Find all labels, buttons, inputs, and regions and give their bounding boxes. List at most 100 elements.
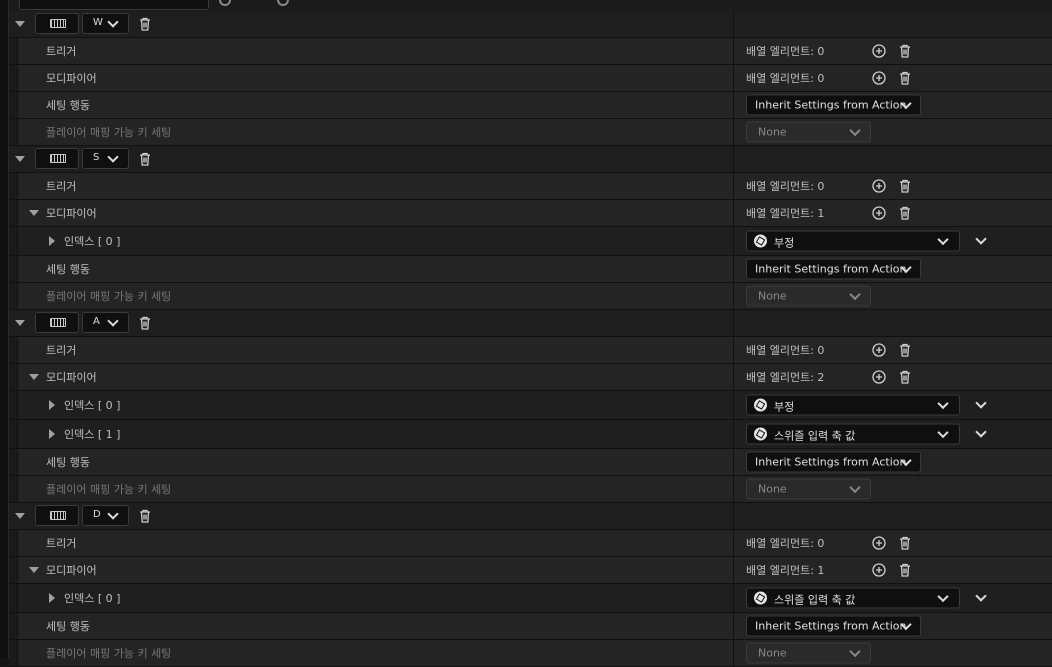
- player-mappable-dropdown[interactable]: None: [746, 478, 871, 500]
- property-label: 세팅 행동: [46, 263, 90, 276]
- key-value: S: [93, 152, 100, 163]
- array-count-label: 배열 엘리먼트: 1: [746, 207, 825, 220]
- clear-elements-icon[interactable]: [899, 179, 911, 193]
- setting-behavior-dropdown[interactable]: Inherit Settings from Action: [746, 615, 921, 637]
- left-gutter: [0, 0, 8, 658]
- property-label: 세팅 행동: [46, 620, 90, 633]
- property-label: 트리거: [46, 180, 77, 193]
- array-count-label: 배열 엘리먼트: 1: [746, 564, 825, 577]
- expand-arrow-icon[interactable]: [15, 320, 25, 326]
- delete-mapping-icon[interactable]: [139, 316, 151, 330]
- expand-arrow-icon[interactable]: [15, 156, 25, 162]
- expand-details-icon[interactable]: [975, 233, 987, 245]
- expand-arrow-icon[interactable]: [15, 21, 25, 27]
- chevron-down-icon: [937, 426, 949, 439]
- collapse-arrow-icon[interactable]: [49, 593, 55, 603]
- keyboard-key-selector[interactable]: [35, 505, 79, 526]
- reset-icon[interactable]: [219, 0, 231, 6]
- modifier-icon: [754, 591, 767, 605]
- add-element-icon[interactable]: [872, 206, 886, 220]
- clear-elements-icon[interactable]: [899, 536, 911, 550]
- indent-guide: [9, 173, 18, 199]
- delete-mapping-icon[interactable]: [139, 17, 151, 31]
- key-dropdown[interactable]: S: [82, 148, 129, 169]
- property-label: 트리거: [46, 45, 77, 58]
- browse-icon[interactable]: [277, 0, 289, 6]
- keyboard-key-selector[interactable]: [35, 13, 79, 34]
- modifier-type-dropdown[interactable]: 부정: [746, 394, 960, 416]
- input-action-field[interactable]: [19, 0, 209, 10]
- setting-behavior-dropdown[interactable]: Inherit Settings from Action: [746, 258, 921, 280]
- add-element-icon[interactable]: [872, 179, 886, 193]
- collapse-arrow-icon[interactable]: [49, 429, 55, 439]
- player-mappable-row: 플레이어 매핑 가능 키 세팅 None: [9, 283, 1052, 310]
- indent-guide: [9, 92, 18, 118]
- property-label: 모디파이어: [46, 371, 97, 384]
- delete-mapping-icon[interactable]: [139, 509, 151, 523]
- clear-elements-icon[interactable]: [899, 370, 911, 384]
- player-mappable-dropdown[interactable]: None: [746, 121, 871, 143]
- add-element-icon[interactable]: [872, 44, 886, 58]
- key-value: D: [93, 509, 101, 520]
- row-label-cell: A: [9, 310, 733, 336]
- indent-guide: [9, 337, 18, 363]
- chevron-down-icon: [107, 508, 119, 520]
- add-element-icon[interactable]: [872, 71, 886, 85]
- setting-behavior-dropdown[interactable]: Inherit Settings from Action: [746, 451, 921, 473]
- modifier-row: 모디파이어 배열 엘리먼트: 1: [9, 557, 1052, 584]
- player-mappable-dropdown[interactable]: None: [746, 642, 871, 664]
- indent-guide: [9, 38, 18, 64]
- expand-arrow-icon[interactable]: [29, 210, 39, 216]
- row-value-cell: [734, 11, 1052, 37]
- key-dropdown[interactable]: A: [82, 312, 129, 333]
- collapse-arrow-icon[interactable]: [49, 400, 55, 410]
- modifier-type-dropdown[interactable]: 스위즐 입력 축 값: [746, 587, 960, 609]
- keyboard-key-selector[interactable]: [35, 148, 79, 169]
- setting-behavior-row: 세팅 행동 Inherit Settings from Action: [9, 449, 1052, 476]
- row-value-cell: 배열 엘리먼트: 0: [734, 173, 1052, 199]
- clear-elements-icon[interactable]: [899, 563, 911, 577]
- key-dropdown[interactable]: W: [82, 13, 129, 34]
- property-label: 플레이어 매핑 가능 키 세팅: [46, 647, 172, 660]
- chevron-down-icon: [849, 645, 861, 658]
- expand-arrow-icon[interactable]: [29, 374, 39, 380]
- expand-details-icon[interactable]: [975, 397, 987, 409]
- array-count-label: 배열 엘리먼트: 0: [746, 72, 825, 85]
- clear-elements-icon[interactable]: [899, 343, 911, 357]
- row-label-cell: 모디파이어: [9, 364, 733, 390]
- indent-guide: [9, 391, 18, 419]
- add-element-icon[interactable]: [872, 563, 886, 577]
- chevron-down-icon: [849, 124, 861, 137]
- player-mappable-row: 플레이어 매핑 가능 키 세팅 None: [9, 119, 1052, 146]
- expand-details-icon[interactable]: [975, 590, 987, 602]
- property-label: 플레이어 매핑 가능 키 세팅: [46, 290, 172, 303]
- modifier-type-dropdown[interactable]: 스위즐 입력 축 값: [746, 423, 960, 445]
- modifier-row: 모디파이어 배열 엘리먼트: 1: [9, 200, 1052, 227]
- expand-arrow-icon[interactable]: [15, 513, 25, 519]
- expand-details-icon[interactable]: [975, 426, 987, 438]
- modifier-type-dropdown[interactable]: 부정: [746, 230, 960, 252]
- row-label-cell: 세팅 행동: [9, 613, 733, 639]
- add-element-icon[interactable]: [872, 343, 886, 357]
- setting-behavior-value: Inherit Settings from Action: [755, 455, 907, 469]
- add-element-icon[interactable]: [872, 370, 886, 384]
- row-label-cell: 트리거: [9, 38, 733, 64]
- chevron-down-icon: [107, 151, 119, 163]
- row-label-cell: 인덱스 [ 0 ]: [9, 391, 733, 419]
- chevron-down-icon: [107, 16, 119, 28]
- clear-elements-icon[interactable]: [899, 206, 911, 220]
- row-value-cell: [734, 503, 1052, 529]
- clear-elements-icon[interactable]: [899, 44, 911, 58]
- collapse-arrow-icon[interactable]: [49, 236, 55, 246]
- add-element-icon[interactable]: [872, 536, 886, 550]
- expand-arrow-icon[interactable]: [29, 567, 39, 573]
- clear-elements-icon[interactable]: [899, 71, 911, 85]
- player-mappable-dropdown[interactable]: None: [746, 285, 871, 307]
- property-label: 모디파이어: [46, 72, 97, 85]
- delete-mapping-icon[interactable]: [139, 152, 151, 166]
- keyboard-key-selector[interactable]: [35, 312, 79, 333]
- key-dropdown[interactable]: D: [82, 505, 129, 526]
- setting-behavior-dropdown[interactable]: Inherit Settings from Action: [746, 94, 921, 116]
- indent-guide: [9, 65, 18, 91]
- array-count-label: 배열 엘리먼트: 0: [746, 537, 825, 550]
